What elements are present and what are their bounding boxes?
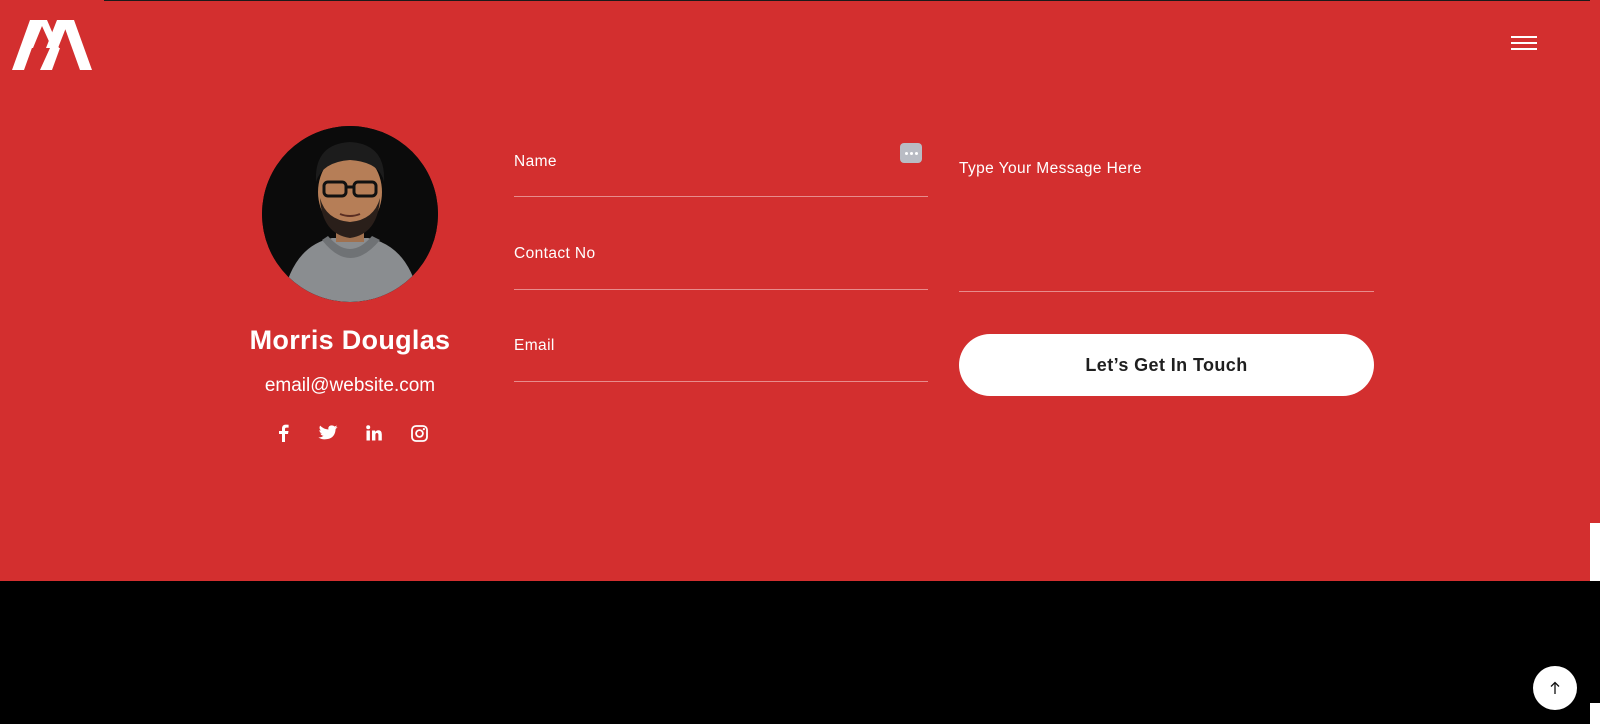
name-label: Name (514, 153, 557, 170)
social-links (270, 422, 430, 446)
facebook-icon[interactable] (272, 422, 294, 444)
email-label: Email (514, 337, 555, 354)
profile-email: email@website.com (264, 375, 436, 396)
hamburger-menu-icon[interactable] (1511, 36, 1537, 52)
password-manager-icon[interactable] (900, 143, 922, 163)
name-field[interactable]: Name (514, 137, 928, 197)
profile-name: Morris Douglas (249, 325, 451, 355)
message-textarea[interactable]: Type Your Message Here (959, 150, 1374, 292)
scroll-strip (1590, 0, 1600, 523)
profile-avatar (262, 126, 438, 302)
arrow-up-icon (1550, 681, 1560, 694)
contact-no-label: Contact No (514, 245, 596, 262)
instagram-icon[interactable] (408, 422, 430, 444)
contact-no-field[interactable]: Contact No (514, 230, 928, 290)
top-border (104, 0, 1590, 1)
message-label: Type Your Message Here (959, 160, 1142, 177)
lets-get-in-touch-button[interactable]: Let’s Get In Touch (959, 334, 1374, 396)
email-field[interactable]: Email (514, 322, 928, 382)
footer (0, 581, 1590, 724)
linkedin-icon[interactable] (363, 422, 385, 444)
scroll-strip-footer (1590, 581, 1600, 703)
back-to-top-button[interactable] (1533, 666, 1577, 710)
twitter-icon[interactable] (317, 422, 339, 444)
mirrored-m-logo-icon[interactable] (12, 18, 92, 72)
